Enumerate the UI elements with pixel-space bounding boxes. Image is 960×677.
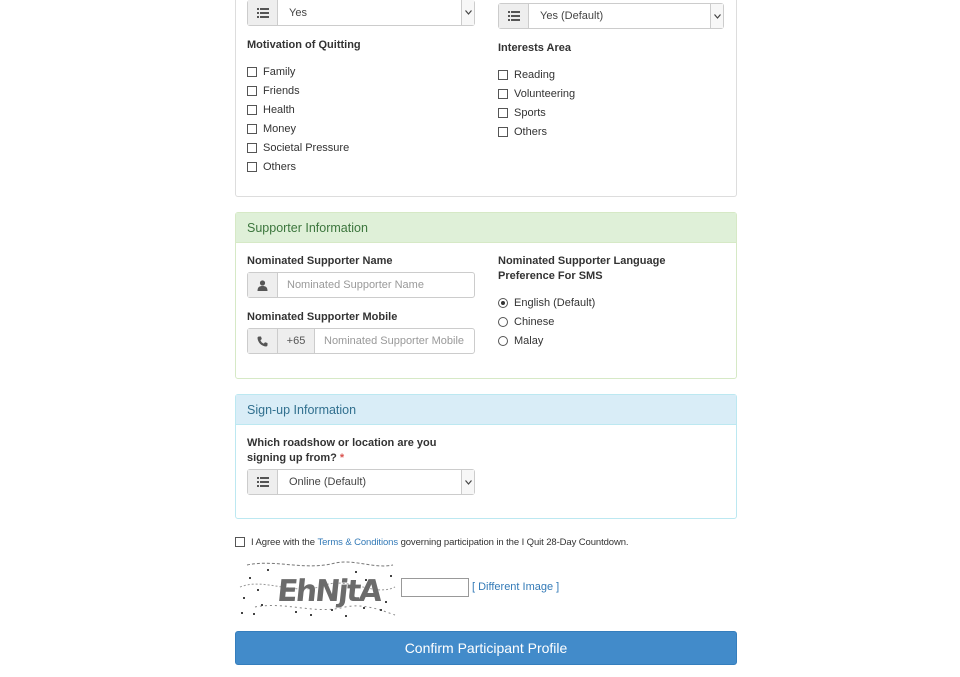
- option-label: Malay: [514, 335, 544, 347]
- option-label: Sports: [514, 107, 546, 119]
- country-code: +65: [278, 329, 315, 353]
- option-label: Societal Pressure: [263, 142, 350, 154]
- language-option-english[interactable]: English (Default): [498, 296, 595, 310]
- option-label: Reading: [514, 69, 555, 81]
- language-label-line1: Nominated Supporter Language: [498, 255, 666, 267]
- terms-link[interactable]: Terms & Conditions: [317, 537, 398, 548]
- terms-prefix: I Agree with the: [251, 536, 315, 548]
- interest-option-volunteering[interactable]: Volunteering: [498, 87, 575, 101]
- captcha-input[interactable]: [401, 578, 469, 597]
- language-label-line2: Preference For SMS: [498, 270, 603, 282]
- checkbox[interactable]: [247, 67, 257, 77]
- terms-agreement: I Agree with the Terms & Conditions gove…: [235, 535, 629, 549]
- interests-label: Interests Area: [498, 42, 571, 54]
- smoking-status-select[interactable]: Yes: [247, 0, 475, 26]
- interest-option-sports[interactable]: Sports: [498, 106, 546, 120]
- chevron-down-icon: [461, 0, 474, 25]
- option-label: Chinese: [514, 316, 555, 328]
- checkbox[interactable]: [498, 127, 508, 137]
- option-label: Others: [263, 161, 297, 173]
- motivation-option-societal-pressure[interactable]: Societal Pressure: [247, 141, 349, 155]
- list-icon: [248, 470, 278, 494]
- motivation-option-health[interactable]: Health: [247, 103, 295, 117]
- checkbox[interactable]: [247, 86, 257, 96]
- user-icon: [248, 273, 278, 297]
- captcha-text: EhNjtA: [276, 574, 385, 609]
- different-image-link[interactable]: [ Different Image ]: [472, 581, 559, 593]
- terms-checkbox[interactable]: [235, 537, 245, 547]
- option-label: Others: [514, 126, 548, 138]
- select-value: Online (Default): [289, 476, 367, 488]
- phone-icon: [248, 329, 278, 353]
- select-value: Yes: [289, 6, 307, 19]
- checkbox[interactable]: [247, 143, 257, 153]
- supporter-panel-heading: Supporter Information: [236, 213, 736, 243]
- motivation-label: Motivation of Quitting: [247, 39, 361, 51]
- radio-selected[interactable]: [498, 298, 508, 308]
- interest-option-reading[interactable]: Reading: [498, 68, 555, 82]
- select-value: Yes (Default): [540, 10, 604, 22]
- motivation-option-friends[interactable]: Friends: [247, 84, 300, 98]
- supporter-name-field[interactable]: Nominated Supporter Name: [247, 272, 475, 298]
- chevron-down-icon: [710, 4, 723, 28]
- confirm-profile-button[interactable]: Confirm Participant Profile: [235, 631, 737, 665]
- checkbox[interactable]: [247, 105, 257, 115]
- language-option-malay[interactable]: Malay: [498, 334, 543, 348]
- supporter-name-input[interactable]: Nominated Supporter Name: [278, 273, 474, 297]
- checkbox[interactable]: [498, 89, 508, 99]
- location-select[interactable]: Online (Default): [247, 469, 475, 495]
- checkbox[interactable]: [247, 162, 257, 172]
- motivation-option-others[interactable]: Others: [247, 160, 296, 174]
- required-marker: *: [339, 452, 345, 464]
- supporter-mobile-field[interactable]: +65 Nominated Supporter Mobile: [247, 328, 475, 354]
- terms-suffix: governing participation in the I Quit 28…: [400, 536, 629, 548]
- option-label: Health: [263, 104, 295, 116]
- question-text: signing up from?: [247, 452, 337, 464]
- option-label: Friends: [263, 85, 300, 97]
- supporter-mobile-input[interactable]: Nominated Supporter Mobile: [315, 329, 474, 353]
- option-label: Volunteering: [514, 88, 576, 100]
- option-label: English (Default): [514, 297, 596, 309]
- list-icon: [248, 0, 278, 25]
- chevron-down-icon: [461, 470, 474, 494]
- location-question-line1: Which roadshow or location are you: [247, 437, 437, 449]
- radio[interactable]: [498, 317, 508, 327]
- supporter-name-label: Nominated Supporter Name: [247, 255, 393, 267]
- captcha-image: EhNjtA: [235, 557, 397, 619]
- motivation-option-money[interactable]: Money: [247, 122, 296, 136]
- checkbox[interactable]: [498, 70, 508, 80]
- radio[interactable]: [498, 336, 508, 346]
- language-option-chinese[interactable]: Chinese: [498, 315, 554, 329]
- checkbox[interactable]: [247, 124, 257, 134]
- list-icon: [499, 4, 529, 28]
- signup-panel-heading: Sign-up Information: [236, 395, 736, 425]
- option-label: Family: [263, 66, 296, 78]
- location-question-line2: signing up from? *: [247, 451, 344, 466]
- motivation-option-family[interactable]: Family: [247, 65, 295, 79]
- interest-option-others[interactable]: Others: [498, 125, 547, 139]
- checkbox[interactable]: [498, 108, 508, 118]
- default-yes-select[interactable]: Yes (Default): [498, 3, 724, 29]
- supporter-mobile-label: Nominated Supporter Mobile: [247, 311, 398, 323]
- health-panel: [235, 0, 737, 197]
- option-label: Money: [263, 123, 297, 135]
